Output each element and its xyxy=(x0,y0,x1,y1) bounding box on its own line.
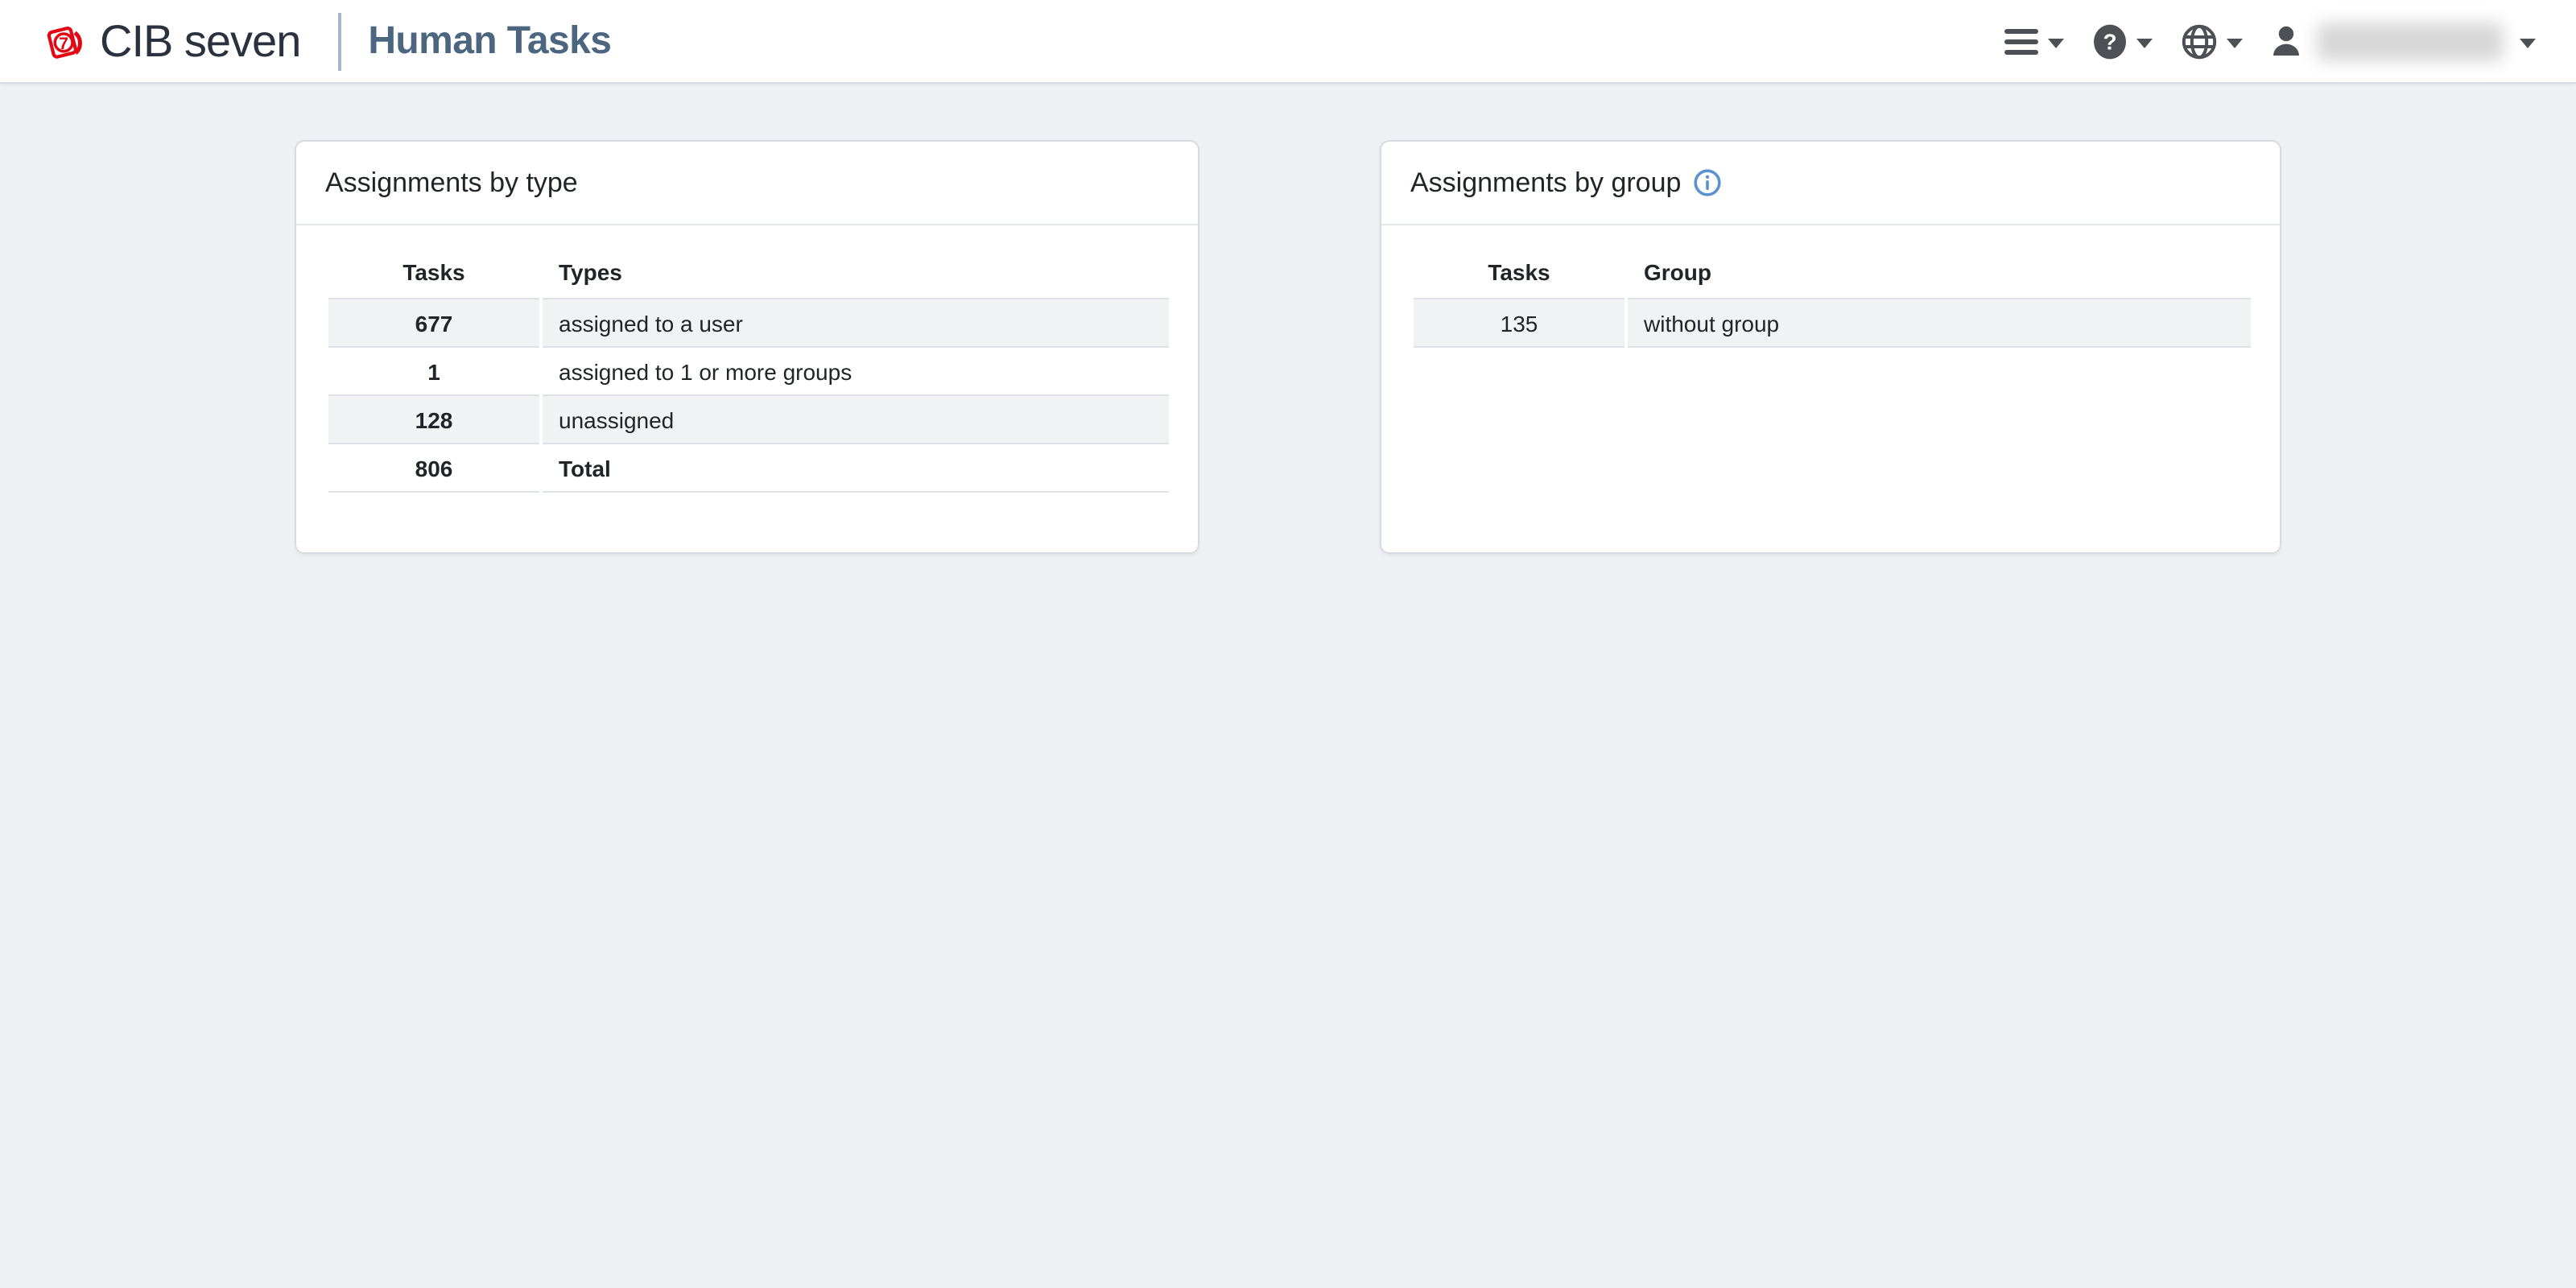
caret-down-icon xyxy=(2227,38,2243,47)
help-button[interactable]: ? xyxy=(2079,14,2167,68)
svg-text:?: ? xyxy=(2103,29,2116,54)
table-row: 135 without group xyxy=(1414,299,2251,348)
caret-down-icon xyxy=(2136,38,2153,47)
count-cell: 806 xyxy=(328,444,539,493)
caret-down-icon xyxy=(2520,38,2536,47)
card-title: Assignments by group xyxy=(1410,167,1681,199)
column-header-types: Types xyxy=(543,246,1169,299)
table-row: 1 assigned to 1 or more groups xyxy=(328,348,1169,396)
svg-text:7: 7 xyxy=(59,34,68,52)
menu-button[interactable] xyxy=(1990,17,2079,65)
table-header-row: Tasks Types xyxy=(328,246,1169,299)
table-row: 677 assigned to a user xyxy=(328,299,1169,348)
user-icon xyxy=(2272,26,2301,56)
label-cell: without group xyxy=(1628,299,2251,348)
language-button[interactable] xyxy=(2167,14,2257,68)
assignments-by-group-table: Tasks Group 135 without group xyxy=(1410,246,2254,348)
assignments-by-type-table: Tasks Types 677 assigned to a user 1 ass… xyxy=(325,246,1172,493)
count-cell: 128 xyxy=(328,396,539,444)
user-menu-button[interactable] xyxy=(2257,12,2550,70)
count-cell: 677 xyxy=(328,299,539,348)
card-body: Tasks Types 677 assigned to a user 1 ass… xyxy=(296,225,1198,493)
card-header: Assignments by group xyxy=(1381,142,2280,225)
count-cell: 1 xyxy=(328,348,539,396)
card-header: Assignments by type xyxy=(296,142,1198,225)
caret-down-icon xyxy=(2048,38,2064,47)
info-icon[interactable] xyxy=(1694,169,1721,196)
page: 7 CIB seven Human Tasks xyxy=(0,0,2576,1288)
hamburger-menu-icon xyxy=(2004,27,2038,56)
page-header: 7 CIB seven Human Tasks xyxy=(0,0,2576,84)
count-cell: 135 xyxy=(1414,299,1624,348)
card-assignments-by-group: Assignments by group Tasks Group xyxy=(1380,140,2281,554)
column-header-tasks: Tasks xyxy=(328,246,539,299)
brand-name: CIB seven xyxy=(100,15,300,67)
column-header-group: Group xyxy=(1628,246,2251,299)
brand-logo-icon: 7 xyxy=(42,19,87,64)
column-header-tasks: Tasks xyxy=(1414,246,1624,299)
card-title: Assignments by type xyxy=(325,167,578,199)
card-body: Tasks Group 135 without group xyxy=(1381,225,2280,348)
card-assignments-by-type: Assignments by type Tasks Types 677 assi… xyxy=(295,140,1199,554)
table-row-total: 806 Total xyxy=(328,444,1169,493)
help-icon: ? xyxy=(2093,23,2127,59)
header-divider xyxy=(337,12,341,70)
label-cell: assigned to a user xyxy=(543,299,1169,348)
table-row: 128 unassigned xyxy=(328,396,1169,444)
app-title: Human Tasks xyxy=(368,19,611,64)
globe-icon xyxy=(2182,23,2217,59)
brand[interactable]: 7 CIB seven xyxy=(42,15,300,67)
label-cell: Total xyxy=(543,444,1169,493)
header-actions: ? xyxy=(1990,12,2550,70)
user-name-redacted xyxy=(2317,22,2504,60)
label-cell: unassigned xyxy=(543,396,1169,444)
label-cell: assigned to 1 or more groups xyxy=(543,348,1169,396)
table-header-row: Tasks Group xyxy=(1414,246,2251,299)
